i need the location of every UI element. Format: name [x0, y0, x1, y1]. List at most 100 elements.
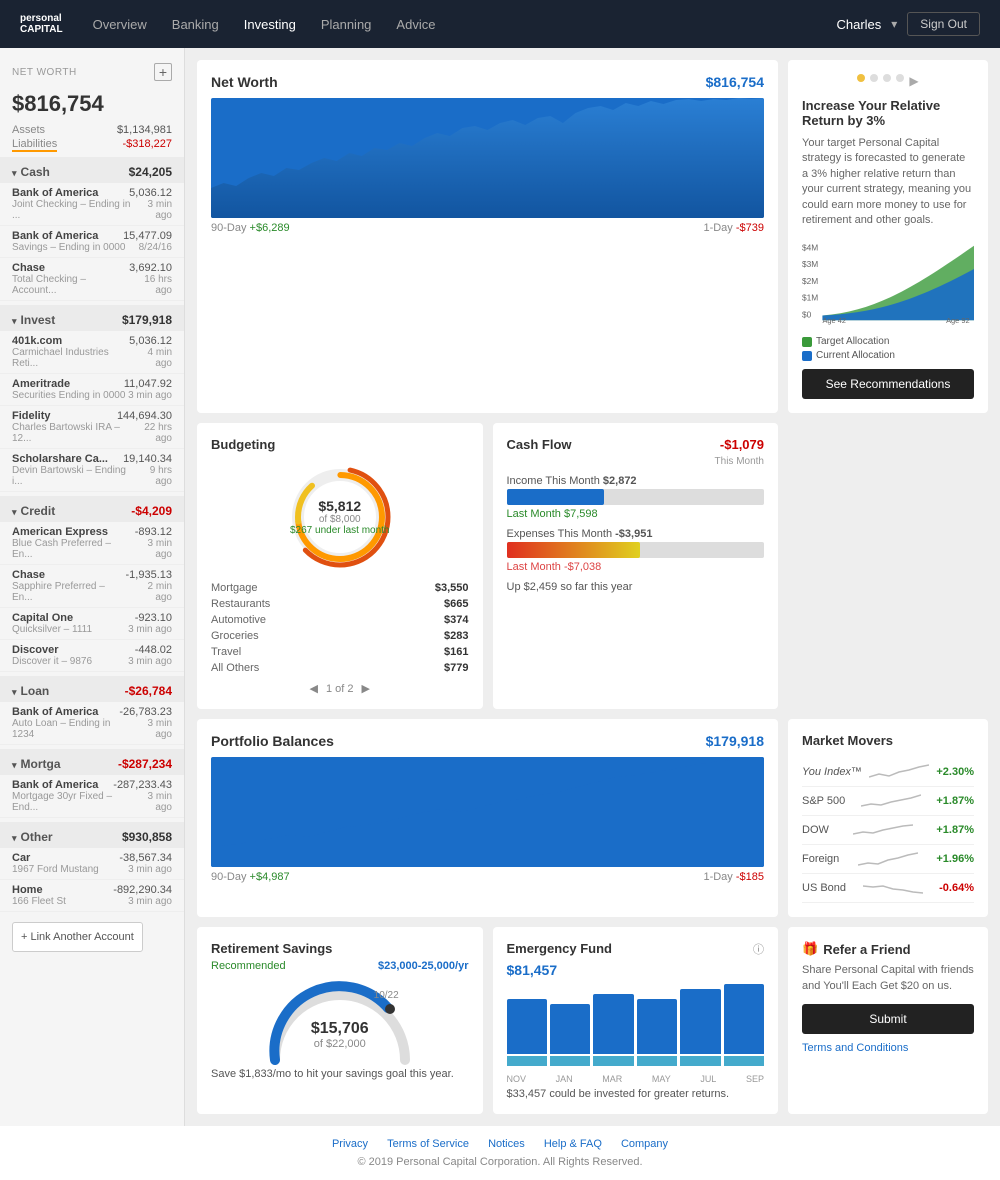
signout-button[interactable]: Sign Out: [907, 12, 980, 36]
footer-notices[interactable]: Notices: [488, 1138, 525, 1150]
section-loan[interactable]: ▾Loan -$26,784: [0, 676, 184, 702]
ef-note: $33,457 could be invested for greater re…: [507, 1088, 765, 1100]
section-loan-amount: -$26,784: [125, 684, 172, 698]
section-mortgage[interactable]: ▾Mortga -$287,234: [0, 749, 184, 775]
account-ameritrade[interactable]: Ameritrade11,047.92 Securities Ending in…: [0, 374, 184, 406]
section-invest[interactable]: ▾Invest $179,918: [0, 305, 184, 331]
page-next[interactable]: ▶: [362, 682, 370, 695]
dot-indicators: ▶: [802, 74, 974, 88]
cf-value: -$1,079: [720, 437, 764, 452]
retirement-card: Retirement Savings Recommended $23,000-2…: [197, 927, 483, 1114]
svg-text:$3M: $3M: [802, 260, 818, 270]
svg-text:Age 42: Age 42: [822, 316, 846, 325]
footer-privacy[interactable]: Privacy: [332, 1138, 368, 1150]
account-scholarshare[interactable]: Scholarshare Ca...19,140.34 Devin Bartow…: [0, 449, 184, 492]
ef-amount: $81,457: [507, 962, 765, 978]
legend-target-label: Target Allocation: [816, 336, 889, 347]
submit-button[interactable]: Submit: [802, 1004, 974, 1034]
account-boa-loan[interactable]: Bank of America-26,783.23 Auto Loan – En…: [0, 702, 184, 745]
year-total: Up $2,459 so far this year: [507, 581, 765, 593]
account-capital-one[interactable]: Capital One-923.10 Quicksilver – 11113 m…: [0, 608, 184, 640]
row-3: Portfolio Balances $179,918 90-Day +$4,9…: [197, 719, 988, 917]
legend-current: Current Allocation: [802, 350, 974, 361]
add-account-button[interactable]: +: [154, 63, 172, 81]
budget-mortgage: Mortgage$3,550: [211, 580, 469, 596]
user-name[interactable]: Charles: [836, 17, 881, 32]
retirement-save-note: Save $1,833/mo to hit your savings goal …: [211, 1068, 469, 1080]
main-content: Net Worth $816,754: [185, 48, 1000, 1126]
account-fidelity[interactable]: Fidelity144,694.30 Charles Bartowski IRA…: [0, 406, 184, 449]
account-chase-sapphire[interactable]: Chase-1,935.13 Sapphire Preferred – En..…: [0, 565, 184, 608]
retirement-date: 10/22: [374, 990, 399, 1001]
header-right: Charles ▾ Sign Out: [836, 12, 980, 36]
portfolio-value: $179,918: [706, 733, 764, 749]
expense-label: Expenses This Month -$3,951: [507, 528, 765, 540]
dot-1: [857, 74, 865, 82]
page-prev[interactable]: ◀: [310, 682, 318, 695]
row-2: Budgeting $5,812 of $8,000: [197, 423, 988, 709]
section-invest-amount: $179,918: [122, 313, 172, 327]
row-4: Retirement Savings Recommended $23,000-2…: [197, 927, 988, 1114]
nav-overview[interactable]: Overview: [93, 12, 147, 37]
ef-bars: [507, 986, 765, 1066]
legend-current-dot: [802, 351, 812, 361]
nav-advice[interactable]: Advice: [396, 12, 435, 37]
dot-3: [883, 74, 891, 82]
portfolio-90d: 90-Day +$4,987: [211, 871, 290, 883]
svg-text:$1M: $1M: [802, 293, 818, 303]
section-other-amount: $930,858: [122, 830, 172, 844]
rec-title: Increase Your Relative Return by 3%: [802, 98, 974, 128]
account-chase-checking[interactable]: Chase3,692.10 Total Checking – Account..…: [0, 258, 184, 301]
legend-target: Target Allocation: [802, 336, 974, 347]
retirement-recommended: Recommended: [211, 960, 286, 972]
footer-company[interactable]: Company: [621, 1138, 668, 1150]
mm-sp500: S&P 500 +1.87%: [802, 787, 974, 816]
account-boa-checking[interactable]: Bank of America5,036.12 Joint Checking –…: [0, 183, 184, 226]
mm-dow-sparkline: [853, 820, 913, 840]
refer-text: Share Personal Capital with friends and …: [802, 963, 974, 994]
cf-title: Cash Flow: [507, 437, 572, 452]
ef-info-icon[interactable]: ⓘ: [753, 941, 764, 957]
footer-help[interactable]: Help & FAQ: [544, 1138, 602, 1150]
section-credit[interactable]: ▾Credit -$4,209: [0, 496, 184, 522]
nav-investing[interactable]: Investing: [244, 12, 296, 37]
section-cash-title: ▾Cash: [12, 165, 50, 179]
cashflow-card: Cash Flow -$1,079 This Month Income This…: [493, 423, 779, 709]
section-other[interactable]: ▾Other $930,858: [0, 822, 184, 848]
account-amex[interactable]: American Express-893.12 Blue Cash Prefer…: [0, 522, 184, 565]
nav-banking[interactable]: Banking: [172, 12, 219, 37]
mm-youindex-sparkline: [869, 762, 929, 782]
section-mortgage-title: ▾Mortga: [12, 757, 61, 771]
retirement-header: Retirement Savings: [211, 941, 469, 956]
section-credit-amount: -$4,209: [131, 504, 172, 518]
sidebar-liabilities-row: Liabilities -$318,227: [0, 137, 184, 153]
donut-sub-label: $267 under last month: [290, 525, 390, 536]
ef-bar-may: [637, 999, 677, 1066]
logo: personal CAPITAL: [20, 13, 63, 35]
rec-chart: $4M $3M $2M $1M $0 Age 42 Age 92: [802, 238, 974, 328]
account-boa-savings[interactable]: Bank of America15,477.09 Savings – Endin…: [0, 226, 184, 258]
nav-planning[interactable]: Planning: [321, 12, 372, 37]
account-car[interactable]: Car-38,567.34 1967 Ford Mustang3 min ago: [0, 848, 184, 880]
spacer-rec: [788, 423, 988, 709]
account-home[interactable]: Home-892,290.34 166 Fleet St3 min ago: [0, 880, 184, 912]
see-recommendations-button[interactable]: See Recommendations: [802, 369, 974, 399]
dot-next[interactable]: ▶: [909, 74, 918, 88]
account-discover[interactable]: Discover-448.02 Discover it – 98763 min …: [0, 640, 184, 672]
user-dropdown-icon[interactable]: ▾: [891, 17, 897, 31]
account-401k[interactable]: 401k.com5,036.12 Carmichael Industries R…: [0, 331, 184, 374]
nw-title: Net Worth: [211, 74, 278, 90]
donut-amount: $5,812: [290, 498, 390, 514]
footer-terms[interactable]: Terms of Service: [387, 1138, 469, 1150]
terms-link[interactable]: Terms and Conditions: [802, 1042, 974, 1054]
expense-bar-bg: [507, 542, 765, 558]
budget-travel: Travel$161: [211, 644, 469, 660]
portfolio-card: Portfolio Balances $179,918 90-Day +$4,9…: [197, 719, 778, 917]
budget-others: All Others$779: [211, 660, 469, 676]
ef-months: NOV JAN MAR MAY JUL SEP: [507, 1074, 765, 1084]
link-account-button[interactable]: + Link Another Account: [12, 922, 143, 952]
section-invest-title: ▾Invest: [12, 313, 55, 327]
assets-value: $1,134,981: [117, 124, 172, 136]
account-boa-mortgage[interactable]: Bank of America-287,233.43 Mortgage 30yr…: [0, 775, 184, 818]
section-cash[interactable]: ▾Cash $24,205: [0, 157, 184, 183]
